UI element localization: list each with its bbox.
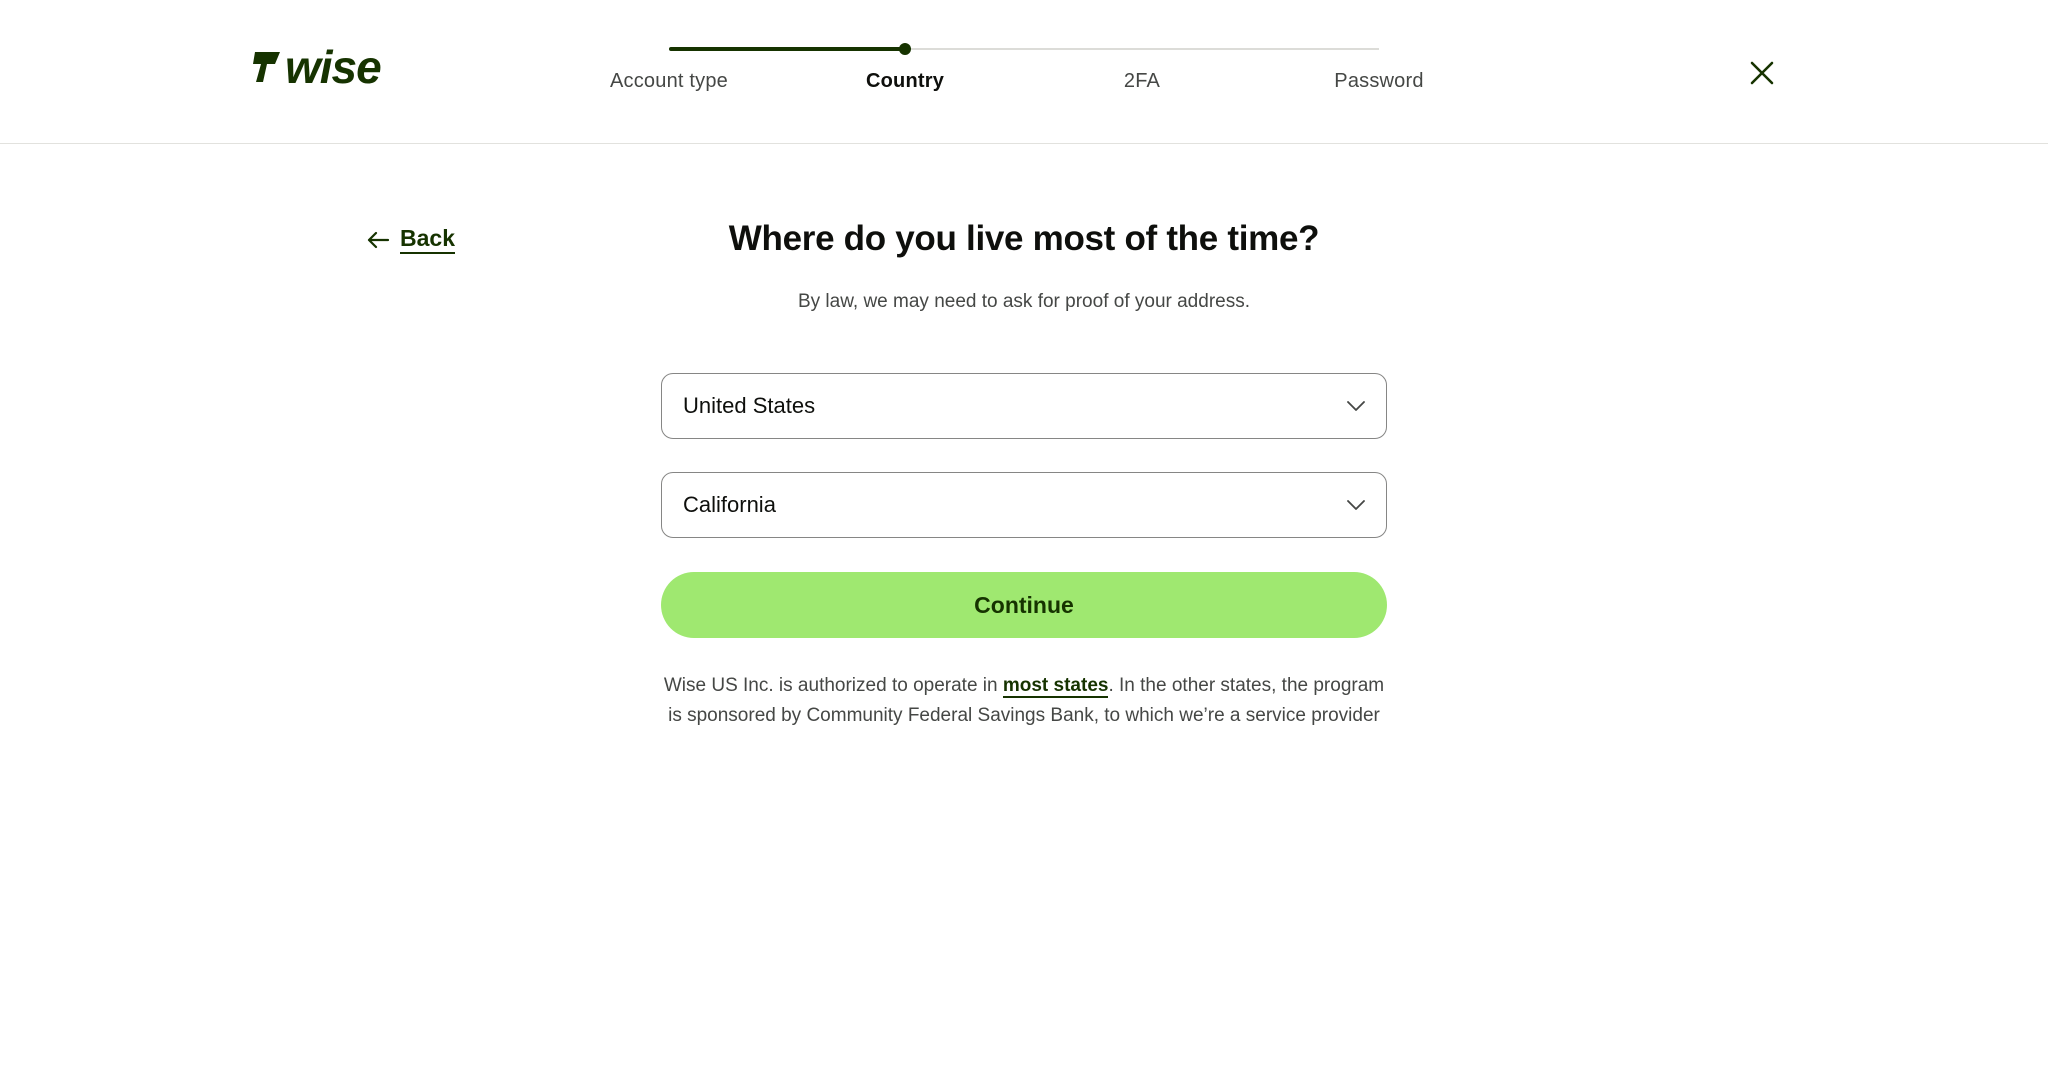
country-select[interactable]: United States [661, 373, 1387, 439]
stepper-current-marker [899, 43, 911, 55]
step-account-type: Account type [609, 70, 729, 92]
disclaimer-text: Wise US Inc. is authorized to operate in… [661, 671, 1387, 731]
most-states-link[interactable]: most states [1002, 675, 1109, 698]
step-country: Country [865, 70, 945, 92]
state-select-value: California [683, 492, 776, 517]
state-select[interactable]: California [661, 472, 1387, 538]
chevron-down-icon [1346, 396, 1366, 416]
chevron-down-icon [1346, 495, 1366, 515]
continue-button[interactable]: Continue [661, 572, 1387, 638]
close-icon [1750, 61, 1774, 85]
progress-stepper: Account type Country 2FA Password [0, 0, 2048, 110]
country-select-value: United States [683, 393, 816, 418]
step-2fa: 2FA [1123, 70, 1161, 92]
page-title: Where do you live most of the time? [728, 219, 1320, 258]
top-bar: wise Account type Country 2FA Password [0, 0, 2048, 144]
close-button[interactable] [1745, 56, 1779, 90]
disclaimer-prefix: Wise US Inc. is authorized to operate in [663, 675, 1003, 696]
page-subtitle: By law, we may need to ask for proof of … [797, 291, 1250, 312]
step-password: Password [1334, 70, 1424, 92]
stepper-progress-fill [669, 47, 905, 51]
